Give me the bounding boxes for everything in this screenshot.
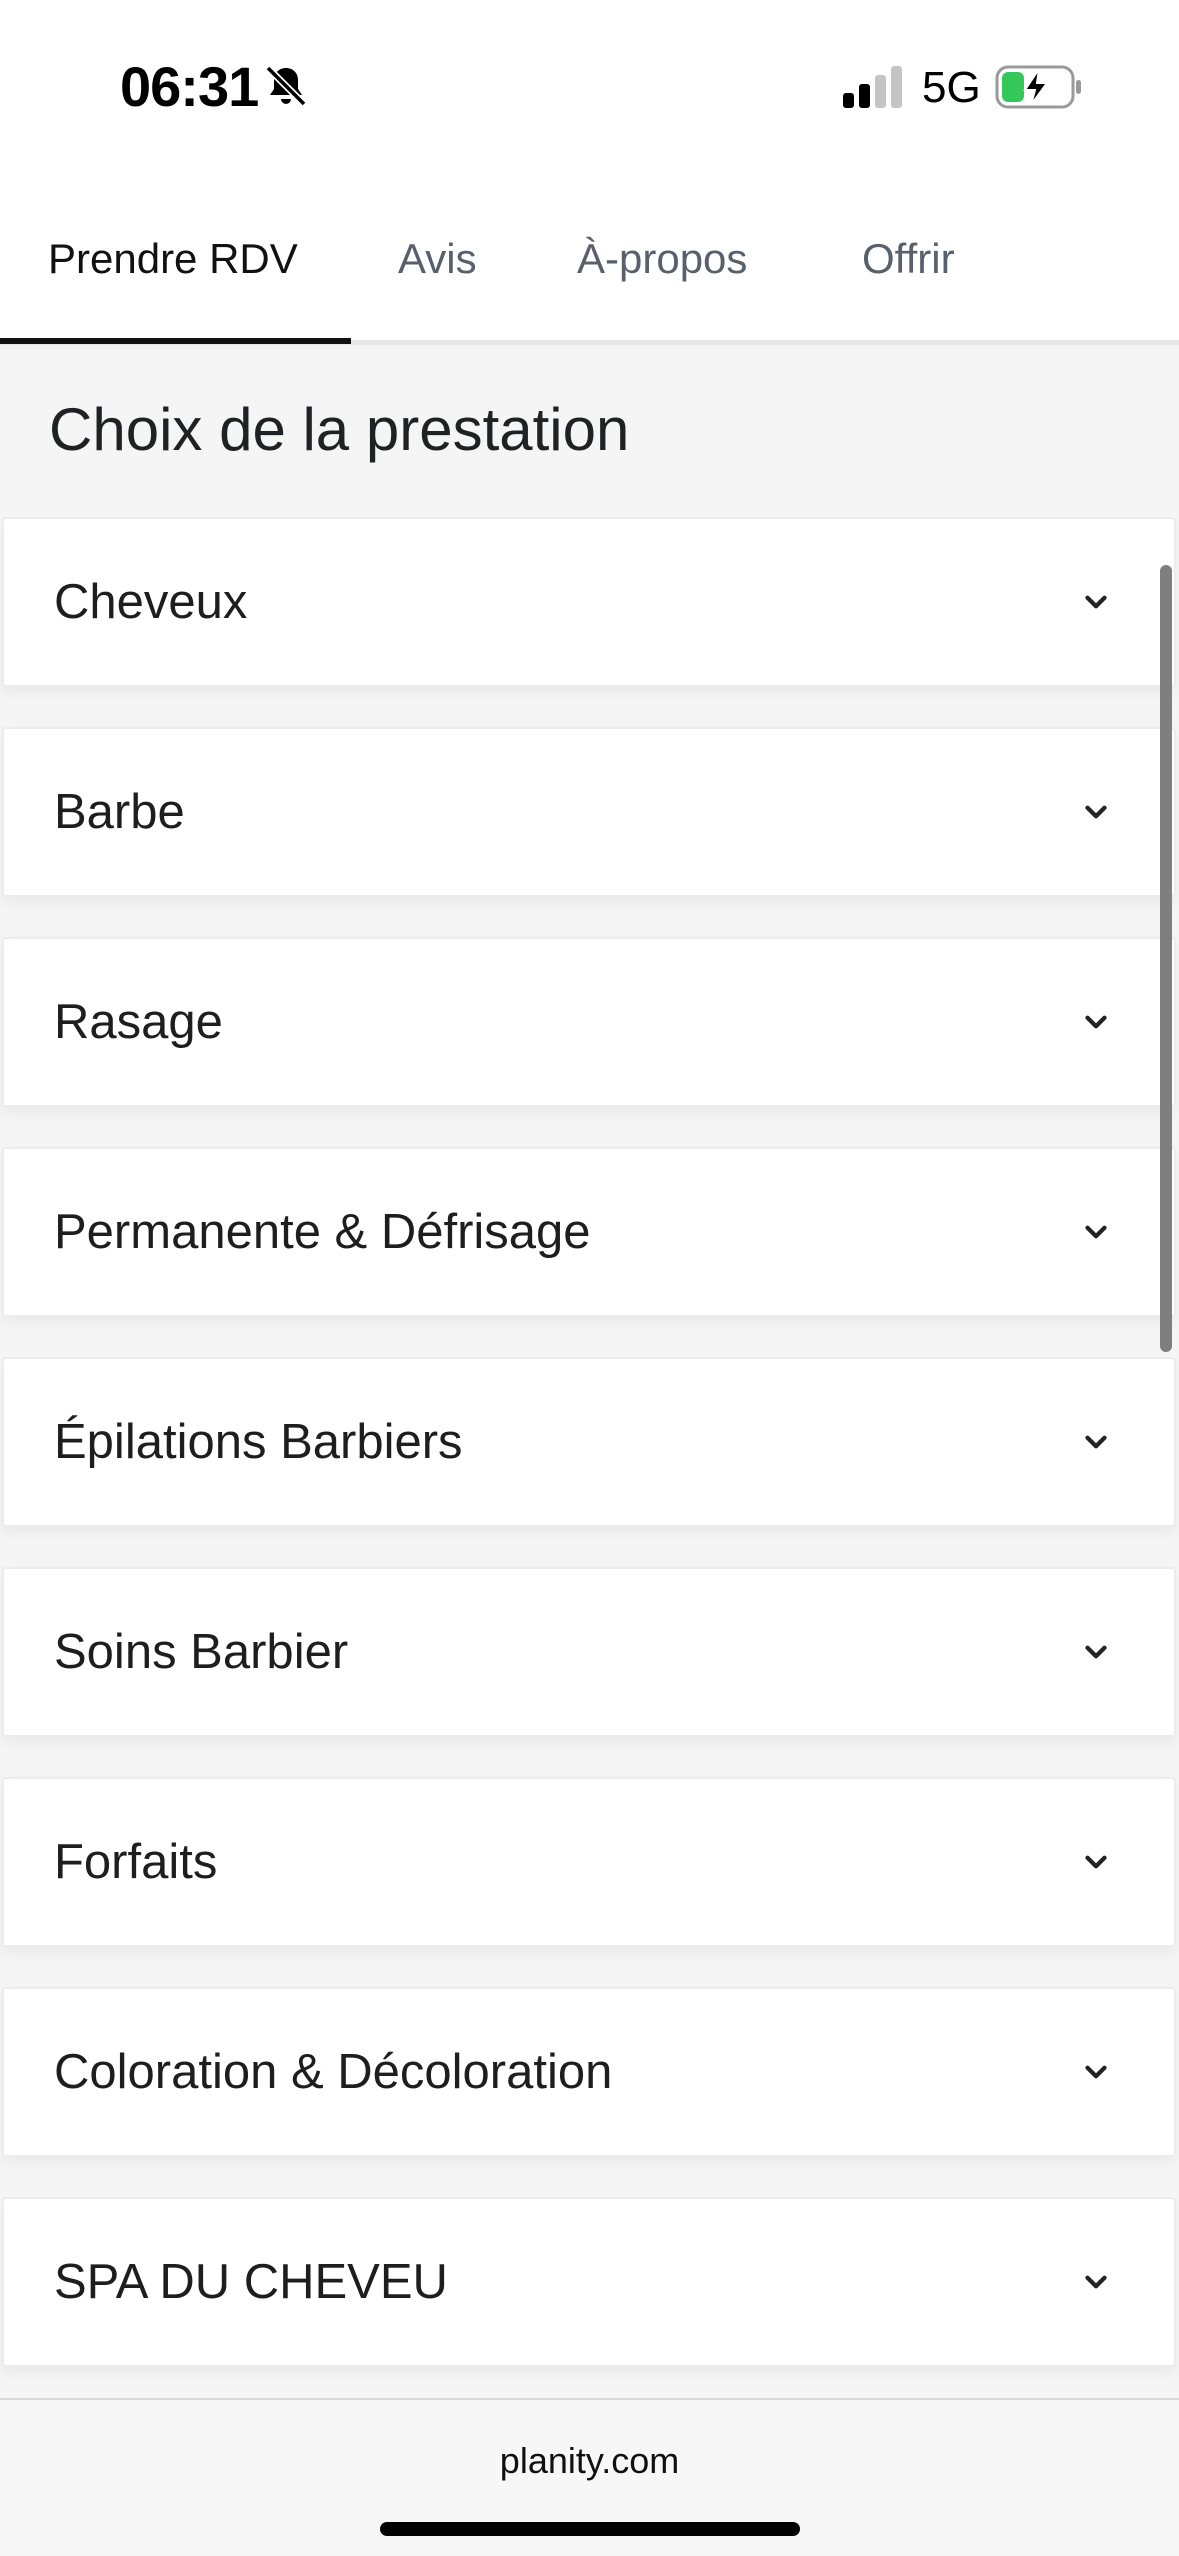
chevron-down-icon: [1085, 1435, 1107, 1449]
category-label: Épilations Barbiers: [54, 1415, 463, 1469]
category-label: Coloration & Décoloration: [54, 2045, 613, 2099]
category-barbe[interactable]: Barbe: [2, 727, 1176, 897]
category-rasage[interactable]: Rasage: [2, 937, 1176, 1107]
tab-offrir[interactable]: Offrir: [862, 235, 955, 283]
status-bar: 06:31 5G: [0, 0, 1179, 175]
category-coloration-decoloration[interactable]: Coloration & Décoloration: [2, 1987, 1176, 2157]
tab-bar: Prendre RDV Avis À-propos Offrir: [0, 175, 1179, 345]
page-title: Choix de la prestation: [49, 396, 630, 463]
category-label: Forfaits: [54, 1835, 218, 1889]
chevron-down-icon: [1085, 595, 1107, 609]
category-permanente-defrisage[interactable]: Permanente & Défrisage: [2, 1147, 1176, 1317]
category-label: Permanente & Défrisage: [54, 1205, 591, 1259]
chevron-down-icon: [1085, 1015, 1107, 1029]
chevron-down-icon: [1085, 2275, 1107, 2289]
chevron-down-icon: [1085, 1855, 1107, 1869]
tab-avis[interactable]: Avis: [398, 235, 477, 283]
chevron-down-icon: [1085, 805, 1107, 819]
category-soins-barbier[interactable]: Soins Barbier: [2, 1567, 1176, 1737]
chevron-down-icon: [1085, 2065, 1107, 2079]
category-label: SPA DU CHEVEU: [54, 2255, 448, 2309]
category-forfaits[interactable]: Forfaits: [2, 1777, 1176, 1947]
chevron-down-icon: [1085, 1645, 1107, 1659]
active-tab-indicator: [0, 338, 351, 344]
category-label: Rasage: [54, 995, 223, 1049]
tab-prendre-rdv[interactable]: Prendre RDV: [48, 235, 298, 283]
category-spa-du-cheveu[interactable]: SPA DU CHEVEU: [2, 2197, 1176, 2367]
category-label: Barbe: [54, 785, 185, 839]
network-label: 5G: [922, 63, 981, 112]
category-label: Cheveux: [54, 575, 248, 629]
chevron-down-icon: [1085, 1225, 1107, 1239]
category-label: Soins Barbier: [54, 1625, 349, 1679]
home-indicator[interactable]: [380, 2522, 800, 2536]
url-label[interactable]: planity.com: [0, 2440, 1179, 2482]
signal-icon: [843, 66, 902, 108]
scrollbar[interactable]: [1160, 565, 1172, 1352]
status-time: 06:31: [120, 55, 259, 118]
browser-bottom-bar: planity.com: [0, 2398, 1179, 2556]
battery-charging-icon: [995, 65, 1081, 109]
tab-a-propos[interactable]: À-propos: [577, 235, 747, 283]
category-cheveux[interactable]: Cheveux: [2, 517, 1176, 687]
category-epilations-barbiers[interactable]: Épilations Barbiers: [2, 1357, 1176, 1527]
bell-slash-icon: [265, 65, 307, 107]
